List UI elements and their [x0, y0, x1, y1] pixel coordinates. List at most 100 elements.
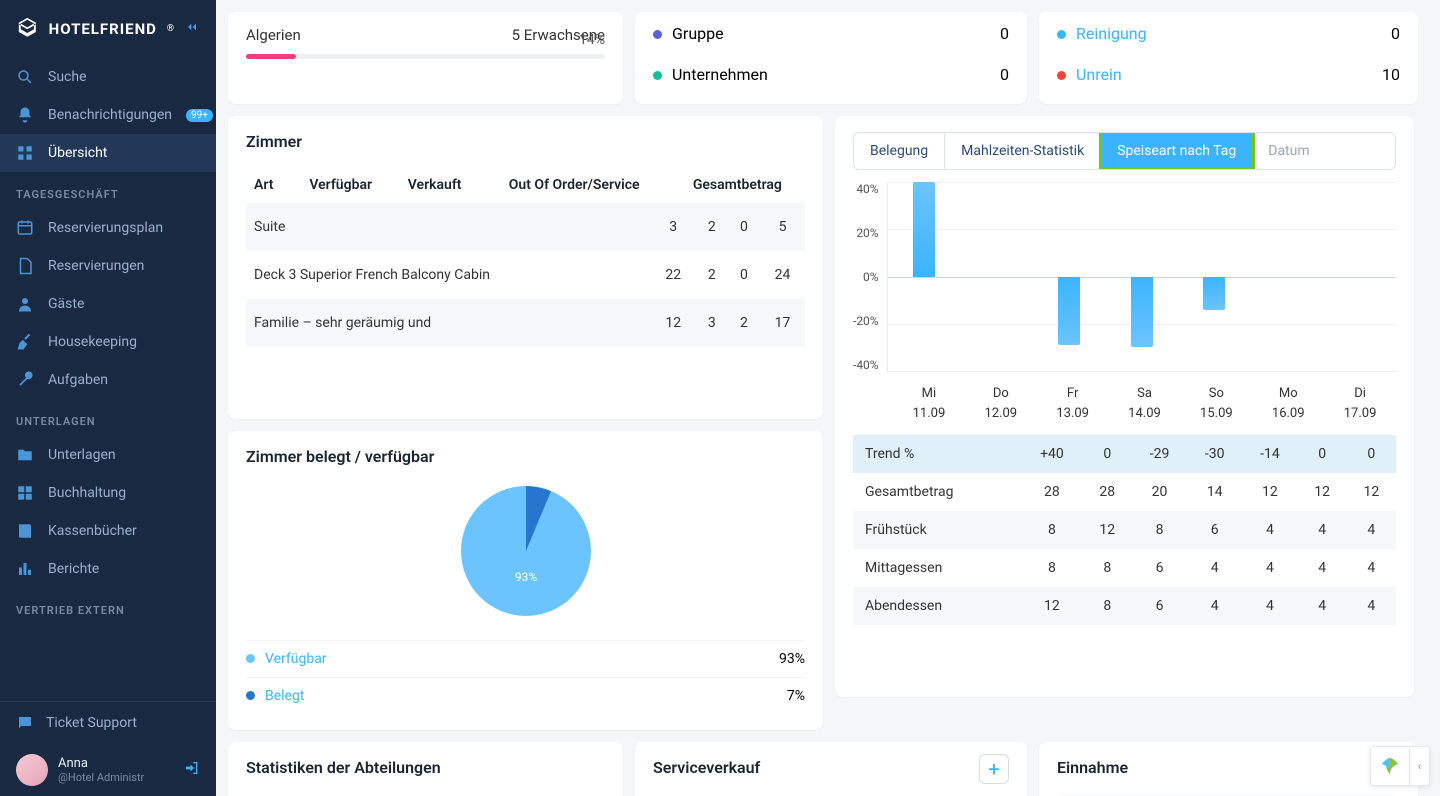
- chart-tabs: Belegung Mahlzeiten-Statistik Speiseart …: [853, 132, 1396, 170]
- notification-badge: 99+: [186, 109, 213, 122]
- table-row: Mittagessen8864444: [853, 549, 1396, 587]
- folder-icon: [16, 446, 34, 464]
- table-row: Frühstück81286444: [853, 511, 1396, 549]
- guests-card: Gruppe 0 Unternehmen 0: [635, 12, 1027, 104]
- revenue-title: Einnahme: [1057, 758, 1400, 777]
- support-widget[interactable]: ‹: [1370, 746, 1430, 786]
- chevron-left-icon[interactable]: ‹: [1409, 747, 1429, 785]
- sidebar-label: Reservierungen: [48, 258, 144, 274]
- occupancy-pie-card: Zimmer belegt / verfügbar 93% Verfügbar …: [228, 431, 823, 730]
- table-row: Trend %+400-29-30-1400: [853, 435, 1396, 473]
- chat-icon: [16, 714, 34, 732]
- sidebar-label: Übersicht: [48, 145, 107, 161]
- collapse-sidebar-icon[interactable]: [184, 19, 200, 39]
- sidebar-label: Housekeeping: [48, 334, 137, 350]
- sidebar-item-berichte[interactable]: Berichte: [0, 550, 216, 588]
- sidebar-item-kassenbuecher[interactable]: Kassenbücher: [0, 512, 216, 550]
- bar: [1131, 277, 1153, 348]
- sidebar-item-overview[interactable]: Übersicht: [0, 134, 216, 172]
- book-icon: [16, 522, 34, 540]
- tab-mahlzeiten-statistik[interactable]: Mahlzeiten-Statistik: [945, 133, 1101, 169]
- sidebar-label: Gäste: [48, 296, 84, 312]
- user-role: @Hotel Administr: [58, 771, 144, 784]
- chart-icon: [16, 560, 34, 578]
- date-input[interactable]: Datum: [1253, 133, 1395, 169]
- sidebar-item-aufgaben[interactable]: Aufgaben: [0, 361, 216, 399]
- dashboard-icon: [16, 144, 34, 162]
- tab-belegung[interactable]: Belegung: [854, 133, 945, 169]
- file-icon: [16, 257, 34, 275]
- sidebar-header: HOTELFRIEND ®: [0, 0, 216, 58]
- housekeeping-status-card: Reinigung 0 Unrein 10: [1039, 12, 1418, 104]
- sidebar-label: Unterlagen: [48, 447, 116, 463]
- sidebar-label: Reservierungsplan: [48, 220, 163, 236]
- sidebar-item-notifications[interactable]: Benachrichtigungen 99+: [0, 96, 216, 134]
- department-stats-card: Statistiken der Abteilungen: [228, 742, 623, 796]
- dot-icon: [653, 30, 662, 39]
- table-row: Suite3205: [246, 203, 805, 251]
- dot-icon: [653, 71, 662, 80]
- country-name: Algerien: [246, 26, 301, 44]
- unrein-value: 10: [1382, 65, 1400, 84]
- occupied-pct: 7%: [787, 688, 805, 704]
- sidebar: HOTELFRIEND ® Suche Benachrichtigungen 9…: [0, 0, 216, 796]
- table-row: Familie – sehr geräumig und123217: [246, 299, 805, 347]
- table-row: Gesamtbetrag28282014121212: [853, 473, 1396, 511]
- avatar: [16, 754, 48, 786]
- bar: [913, 182, 935, 277]
- reinigung-link[interactable]: Reinigung: [1076, 24, 1147, 43]
- add-service-button[interactable]: +: [979, 754, 1009, 784]
- sidebar-item-housekeeping[interactable]: Housekeeping: [0, 323, 216, 361]
- search-icon: [16, 68, 34, 86]
- sidebar-label: Benachrichtigungen: [48, 107, 172, 123]
- sidebar-item-search[interactable]: Suche: [0, 58, 216, 96]
- unternehmen-value: 0: [1000, 65, 1009, 84]
- brand-name: HOTELFRIEND: [49, 20, 157, 38]
- accounting-icon: [16, 484, 34, 502]
- leaf-icon: [1371, 747, 1409, 785]
- table-row: Abendessen12864444: [853, 587, 1396, 625]
- sidebar-label: Ticket Support: [46, 715, 137, 731]
- sidebar-section-daily: TAGESGESCHÄFT: [0, 172, 216, 209]
- pie-title: Zimmer belegt / verfügbar: [246, 447, 805, 466]
- wrench-icon: [16, 371, 34, 389]
- rooms-title: Zimmer: [246, 132, 805, 151]
- user-name: Anna: [58, 756, 144, 771]
- sidebar-item-reservierungsplan[interactable]: Reservierungsplan: [0, 209, 216, 247]
- dot-icon: [1057, 71, 1066, 80]
- gruppe-value: 0: [1000, 24, 1009, 43]
- countries-card: Algerien 5 Erwachsene 14%: [228, 12, 623, 104]
- sidebar-label: Berichte: [48, 561, 99, 577]
- trend-bar-chart: 40%20%0%-20%-40%: [853, 182, 1396, 372]
- unrein-link[interactable]: Unrein: [1076, 65, 1122, 84]
- sidebar-label: Aufgaben: [48, 372, 108, 388]
- sidebar-label: Suche: [48, 69, 87, 85]
- sidebar-footer: Ticket Support Anna @Hotel Administr: [0, 701, 216, 796]
- country-progress-bar: 14%: [246, 54, 605, 59]
- bell-icon: [16, 106, 34, 124]
- sidebar-label: Buchhaltung: [48, 485, 126, 501]
- dot-icon: [246, 654, 255, 663]
- sidebar-item-buchhaltung[interactable]: Buchhaltung: [0, 474, 216, 512]
- pie-chart: 93%: [461, 486, 591, 616]
- dot-icon: [246, 691, 255, 700]
- revenue-card: Einnahme Gestern 12,01 € RevPar: [1039, 742, 1418, 796]
- sidebar-item-gaeste[interactable]: Gäste: [0, 285, 216, 323]
- logo-icon: [16, 16, 39, 42]
- broom-icon: [16, 333, 34, 351]
- person-icon: [16, 295, 34, 313]
- sidebar-item-unterlagen[interactable]: Unterlagen: [0, 436, 216, 474]
- logout-icon[interactable]: [184, 760, 200, 780]
- svg-text:93%: 93%: [514, 570, 536, 584]
- country-percentage: 14%: [579, 32, 605, 48]
- tab-speiseart-nach-tag[interactable]: Speiseart nach Tag: [1101, 133, 1253, 169]
- reinigung-value: 0: [1391, 24, 1400, 43]
- table-row: Deck 3 Superior French Balcony Cabin2220…: [246, 251, 805, 299]
- sidebar-item-ticket-support[interactable]: Ticket Support: [0, 702, 216, 744]
- service-title: Serviceverkauf: [653, 758, 760, 777]
- rooms-card: Zimmer Art Verfügbar Verkauft Out Of Ord…: [228, 116, 823, 419]
- available-pct: 93%: [779, 651, 805, 667]
- sidebar-label: Kassenbücher: [48, 523, 137, 539]
- sidebar-item-reservierungen[interactable]: Reservierungen: [0, 247, 216, 285]
- user-profile[interactable]: Anna @Hotel Administr: [0, 744, 216, 796]
